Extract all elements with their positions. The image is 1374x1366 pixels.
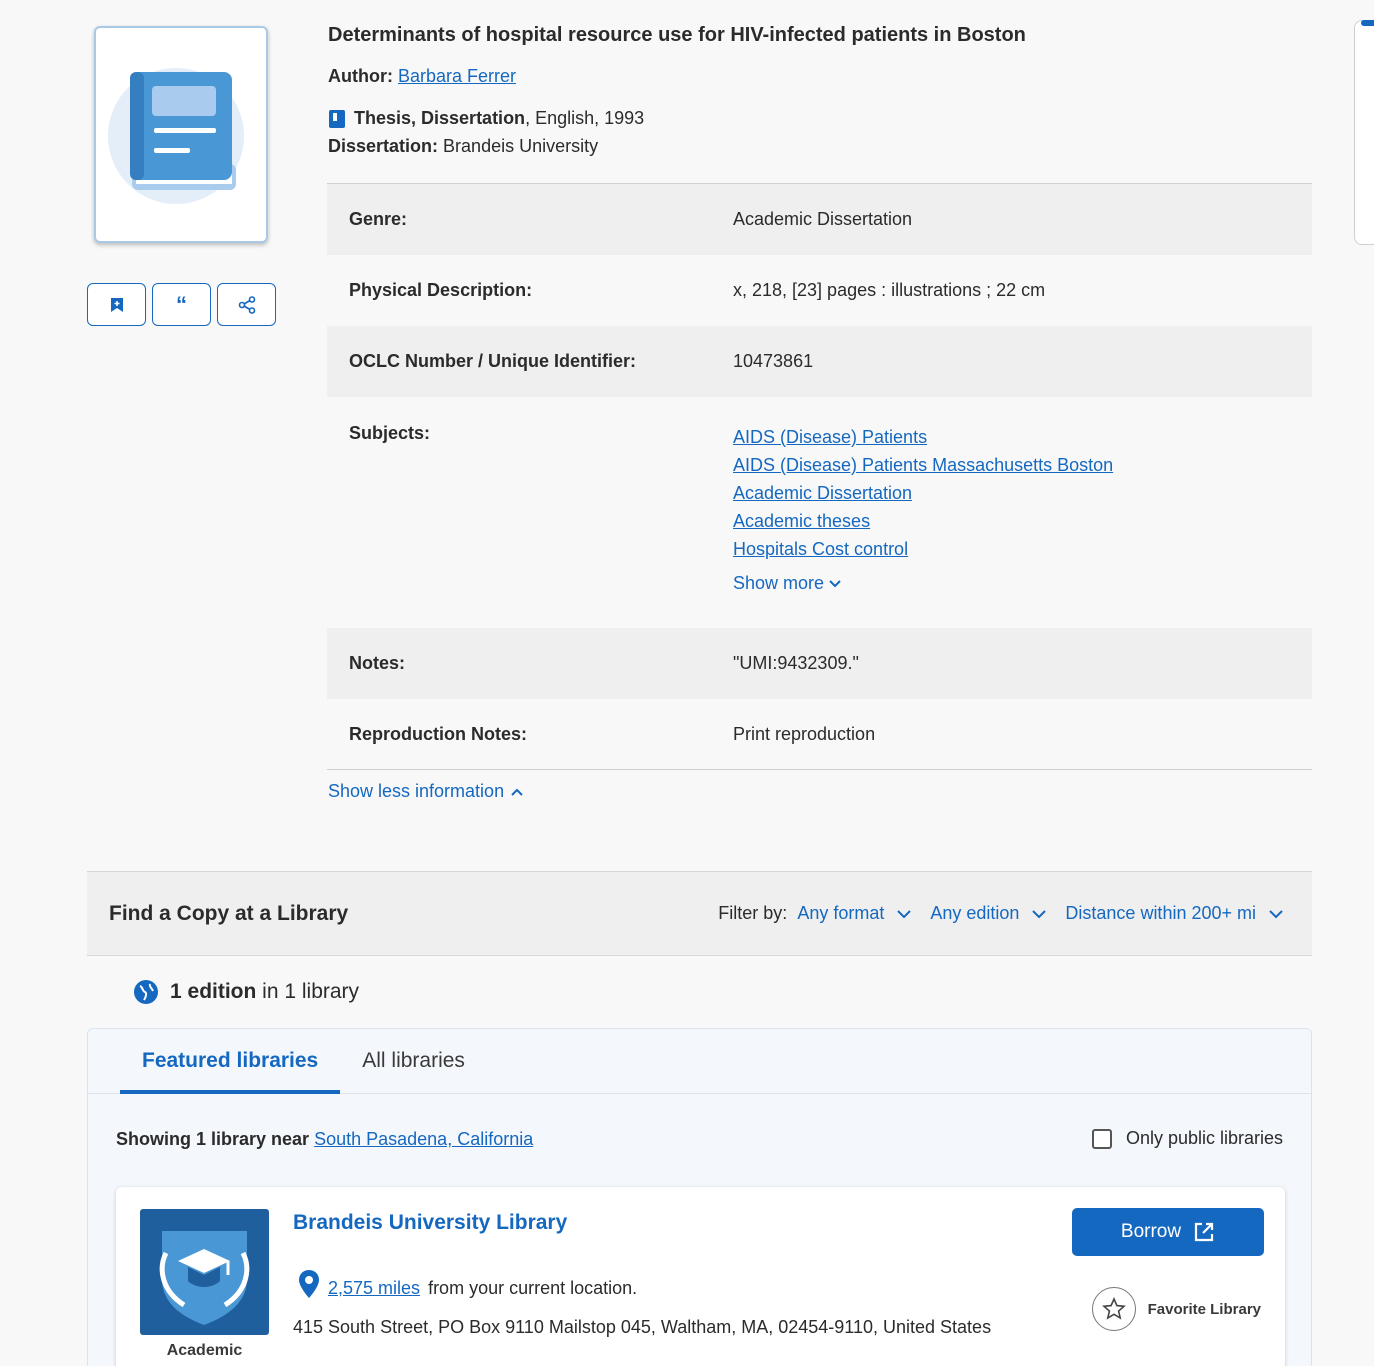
details-row-reproduction: Reproduction Notes: Print reproduction xyxy=(327,699,1312,769)
chevron-down-icon xyxy=(1269,909,1283,918)
dissertation-label: Dissertation: xyxy=(328,136,439,156)
author-line: Author: Barbara Ferrer xyxy=(328,66,516,87)
library-distance: 2,575 miles from your current location. xyxy=(298,1269,637,1299)
show-less-button[interactable]: Show less information xyxy=(328,781,524,802)
filter-label: Filter by: xyxy=(718,903,788,923)
libraries-panel: Featured libraries All libraries Showing… xyxy=(87,1028,1312,1366)
author-link[interactable]: Barbara Ferrer xyxy=(398,66,516,86)
library-address: 415 South Street, PO Box 9110 Mailstop 0… xyxy=(293,1317,992,1337)
quote-icon: “ xyxy=(176,291,187,317)
genre-value: Academic Dissertation xyxy=(733,209,913,229)
academic-library-icon xyxy=(140,1209,269,1335)
record-actions: “ xyxy=(87,283,276,326)
notes-value: "UMI:9432309." xyxy=(733,653,859,673)
chevron-up-icon xyxy=(511,788,523,796)
location-link[interactable]: South Pasadena, California xyxy=(314,1129,533,1149)
details-row-physical: Physical Description: x, 218, [23] pages… xyxy=(327,255,1312,326)
library-card: Academic Brandeis University Library 2,5… xyxy=(116,1187,1285,1366)
format-label: Thesis, Dissertation xyxy=(354,108,526,128)
chevron-down-icon xyxy=(897,909,912,918)
notes-label: Notes: xyxy=(349,653,406,673)
genre-label: Genre: xyxy=(349,209,408,229)
show-more-label: Show more xyxy=(733,573,825,593)
distance-filter-dropdown[interactable]: Distance within 200+ mi xyxy=(1065,903,1284,924)
distance-link[interactable]: 2,575 miles xyxy=(328,1278,420,1299)
favorite-library-button[interactable]: Favorite Library xyxy=(1091,1287,1261,1331)
subject-link[interactable]: Hospitals Cost control xyxy=(733,535,1113,563)
star-icon xyxy=(1091,1287,1136,1331)
oclc-value: 10473861 xyxy=(733,351,814,371)
save-button[interactable] xyxy=(87,283,146,326)
tab-featured-libraries[interactable]: Featured libraries xyxy=(120,1029,341,1094)
tab-all-libraries[interactable]: All libraries xyxy=(340,1029,487,1093)
physical-value: x, 218, [23] pages : illustrations ; 22 … xyxy=(733,280,1046,300)
show-less-label: Show less information xyxy=(328,781,505,801)
oclc-label: OCLC Number / Unique Identifier: xyxy=(349,351,637,371)
library-type: Academic xyxy=(166,1342,243,1359)
filters: Filter by: Any format Any edition Distan… xyxy=(718,903,1284,924)
public-only-checkbox[interactable] xyxy=(1091,1128,1112,1149)
physical-label: Physical Description: xyxy=(349,280,533,300)
distance-suffix: from your current location. xyxy=(428,1278,638,1298)
editions-rest: in 1 library xyxy=(256,980,360,1003)
show-more-subjects-button[interactable]: Show more xyxy=(733,573,1113,594)
chevron-down-icon xyxy=(1032,909,1047,918)
globe-icon xyxy=(134,980,158,1004)
author-label: Author: xyxy=(328,66,393,86)
subjects-list: AIDS (Disease) Patients AIDS (Disease) P… xyxy=(733,423,1113,563)
favorite-label: Favorite Library xyxy=(1147,1300,1261,1318)
external-link-icon xyxy=(1194,1222,1214,1242)
subject-link[interactable]: AIDS (Disease) Patients xyxy=(733,423,1113,451)
subject-link[interactable]: Academic Dissertation xyxy=(733,479,1113,507)
language-year: , English, 1993 xyxy=(525,108,645,128)
bookmark-icon xyxy=(110,297,123,312)
format-line: Thesis, Dissertation, English, 1993 xyxy=(328,108,644,129)
cite-button[interactable]: “ xyxy=(152,283,211,326)
borrow-button[interactable]: Borrow xyxy=(1072,1208,1264,1256)
showing-summary: Showing 1 library near South Pasadena, C… xyxy=(116,1129,533,1150)
side-panel-edge xyxy=(1354,20,1374,245)
editions-count: 1 edition xyxy=(170,980,257,1003)
format-filter-value: Any format xyxy=(797,903,885,923)
details-row-subjects: Subjects: AIDS (Disease) Patients AIDS (… xyxy=(327,397,1312,628)
share-icon xyxy=(238,295,255,314)
library-tabs: Featured libraries All libraries xyxy=(88,1029,1311,1094)
book-cover xyxy=(94,26,268,243)
find-copy-bar: Find a Copy at a Library Filter by: Any … xyxy=(87,871,1312,956)
subjects-label: Subjects: xyxy=(349,423,431,443)
details-row-notes: Notes: "UMI:9432309." xyxy=(327,628,1312,699)
details-row-oclc: OCLC Number / Unique Identifier: 1047386… xyxy=(327,326,1312,397)
find-copy-title: Find a Copy at a Library xyxy=(109,901,349,925)
details-row-genre: Genre: Academic Dissertation xyxy=(327,184,1312,255)
chevron-down-icon xyxy=(829,579,841,587)
dissertation-value: Brandeis University xyxy=(443,136,599,156)
dissertation-line: Dissertation: Brandeis University xyxy=(328,136,598,157)
editions-summary: 1 edition in 1 library xyxy=(132,978,359,1006)
edition-filter-dropdown[interactable]: Any edition xyxy=(930,903,1047,924)
distance-filter-value: Distance within 200+ mi xyxy=(1065,903,1256,923)
edition-filter-value: Any edition xyxy=(930,903,1020,923)
map-pin-icon xyxy=(299,1270,319,1298)
showing-prefix: Showing 1 library near xyxy=(116,1129,310,1149)
library-name-link[interactable]: Brandeis University Library xyxy=(293,1211,567,1235)
reproduction-value: Print reproduction xyxy=(733,723,876,744)
borrow-label: Borrow xyxy=(1120,1221,1182,1242)
details-table: Genre: Academic Dissertation Physical De… xyxy=(327,183,1312,770)
subject-link[interactable]: Academic theses xyxy=(733,507,1113,535)
thesis-icon xyxy=(329,109,345,128)
reproduction-label: Reproduction Notes: xyxy=(349,723,527,744)
public-only-filter[interactable]: Only public libraries xyxy=(1091,1128,1283,1149)
book-icon xyxy=(108,68,244,204)
share-button[interactable] xyxy=(217,283,276,326)
public-only-label: Only public libraries xyxy=(1125,1128,1283,1148)
record-title: Determinants of hospital resource use fo… xyxy=(328,24,1026,46)
format-filter-dropdown[interactable]: Any format xyxy=(797,903,912,924)
subject-link[interactable]: AIDS (Disease) Patients Massachusetts Bo… xyxy=(733,451,1113,479)
